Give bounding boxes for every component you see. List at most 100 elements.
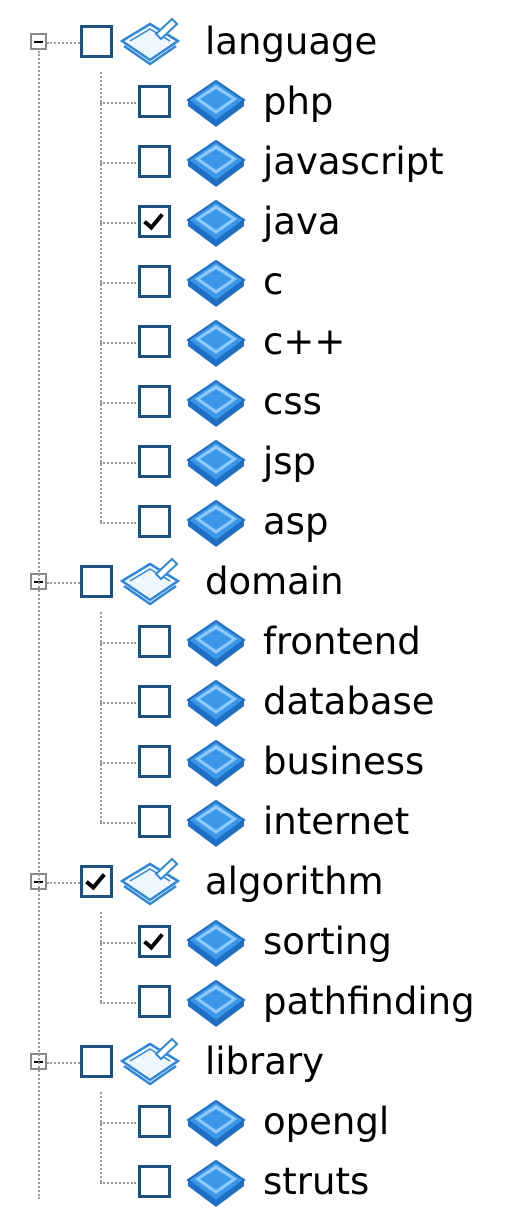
book-icon	[186, 437, 246, 487]
node-checkbox[interactable]	[138, 685, 171, 718]
node-checkbox[interactable]	[138, 205, 171, 238]
tree-node-business[interactable]: business	[0, 732, 513, 792]
node-checkbox[interactable]	[138, 505, 171, 538]
tree-node-label[interactable]: business	[263, 740, 424, 784]
tree-connector	[100, 1122, 136, 1124]
node-checkbox[interactable]	[138, 445, 171, 478]
tree-connector	[100, 762, 136, 764]
node-checkbox[interactable]	[138, 385, 171, 418]
tree-connector	[47, 582, 80, 584]
tree-node-database[interactable]: database	[0, 672, 513, 732]
node-checkbox[interactable]	[138, 985, 171, 1018]
node-checkbox[interactable]	[138, 325, 171, 358]
tree-node-javascript[interactable]: javascript	[0, 132, 513, 192]
book-icon	[186, 317, 246, 367]
open-book-icon	[119, 556, 181, 606]
tree-connector	[100, 612, 102, 822]
node-checkbox[interactable]	[80, 565, 113, 598]
book-icon	[186, 497, 246, 547]
tree-node-algorithm[interactable]: algorithm	[0, 852, 513, 912]
node-checkbox[interactable]	[138, 85, 171, 118]
tree-connector	[100, 222, 136, 224]
tree-connector	[100, 912, 102, 1002]
open-book-icon	[119, 1036, 181, 1086]
tree-node-asp[interactable]: asp	[0, 492, 513, 552]
tree-node-label[interactable]: struts	[263, 1160, 369, 1204]
tree-connector	[100, 942, 136, 944]
tree-connector	[100, 522, 136, 524]
tree-connector	[100, 1182, 136, 1184]
tree-connector	[100, 462, 136, 464]
collapse-toggle-icon[interactable]	[30, 33, 47, 50]
tree-connector	[47, 42, 80, 44]
tree-node-label[interactable]: css	[263, 380, 322, 424]
tree-node-java[interactable]: java	[0, 192, 513, 252]
node-checkbox[interactable]	[138, 1105, 171, 1138]
tree-node-php[interactable]: php	[0, 72, 513, 132]
tree-node-c--[interactable]: c++	[0, 312, 513, 372]
tree-node-opengl[interactable]: opengl	[0, 1092, 513, 1152]
node-checkbox[interactable]	[138, 625, 171, 658]
tree-node-css[interactable]: css	[0, 372, 513, 432]
tree-node-c[interactable]: c	[0, 252, 513, 312]
tree-node-label[interactable]: frontend	[263, 620, 421, 664]
tree-node-label[interactable]: opengl	[263, 1100, 389, 1144]
tree-node-language[interactable]: language	[0, 12, 513, 72]
tree-connector	[100, 102, 136, 104]
node-checkbox[interactable]	[138, 805, 171, 838]
tree-node-jsp[interactable]: jsp	[0, 432, 513, 492]
node-checkbox[interactable]	[138, 1165, 171, 1198]
tree-connector	[100, 402, 136, 404]
book-icon	[186, 1157, 246, 1207]
book-icon	[186, 197, 246, 247]
tree-node-domain[interactable]: domain	[0, 552, 513, 612]
tree-connector	[38, 51, 40, 1199]
tree-connector	[100, 1002, 136, 1004]
tree-connector	[100, 642, 136, 644]
tree-node-pathfinding[interactable]: pathfinding	[0, 972, 513, 1032]
tree-node-library[interactable]: library	[0, 1032, 513, 1092]
tree-node-internet[interactable]: internet	[0, 792, 513, 852]
tree-connector	[47, 882, 80, 884]
tree-node-label[interactable]: algorithm	[205, 860, 384, 904]
node-checkbox[interactable]	[80, 25, 113, 58]
node-checkbox[interactable]	[80, 865, 113, 898]
tree-node-sorting[interactable]: sorting	[0, 912, 513, 972]
tree-node-label[interactable]: java	[263, 200, 341, 244]
tree-node-label[interactable]: library	[205, 1040, 324, 1084]
book-icon	[186, 137, 246, 187]
tree-node-label[interactable]: jsp	[263, 440, 316, 484]
book-icon	[186, 77, 246, 127]
tree-node-label[interactable]: c++	[263, 320, 345, 364]
tree-node-label[interactable]: sorting	[263, 920, 392, 964]
tree-node-label[interactable]: asp	[263, 500, 328, 544]
tree-node-label[interactable]: database	[263, 680, 435, 724]
tree-node-label[interactable]: php	[263, 80, 333, 124]
tree-node-label[interactable]: javascript	[263, 140, 444, 184]
tree-node-label[interactable]: c	[263, 260, 283, 304]
node-checkbox[interactable]	[138, 745, 171, 778]
open-book-icon	[119, 16, 181, 66]
tree-node-frontend[interactable]: frontend	[0, 612, 513, 672]
node-checkbox[interactable]	[138, 925, 171, 958]
tree-node-label[interactable]: pathfinding	[263, 980, 475, 1024]
node-checkbox[interactable]	[138, 145, 171, 178]
book-icon	[186, 917, 246, 967]
tree-node-struts[interactable]: struts	[0, 1152, 513, 1212]
tree-node-label[interactable]: language	[205, 20, 377, 64]
book-icon	[186, 737, 246, 787]
tree-connector	[100, 1092, 102, 1182]
open-book-icon	[119, 856, 181, 906]
book-icon	[186, 257, 246, 307]
tree-connector	[100, 702, 136, 704]
node-checkbox[interactable]	[138, 265, 171, 298]
category-tree: language php javascript java c c++ css j…	[0, 0, 513, 1207]
book-icon	[186, 377, 246, 427]
tree-connector	[100, 72, 102, 522]
book-icon	[186, 617, 246, 667]
tree-node-label[interactable]: domain	[205, 560, 344, 604]
tree-node-label[interactable]: internet	[263, 800, 409, 844]
book-icon	[186, 977, 246, 1027]
book-icon	[186, 1097, 246, 1147]
node-checkbox[interactable]	[80, 1045, 113, 1078]
